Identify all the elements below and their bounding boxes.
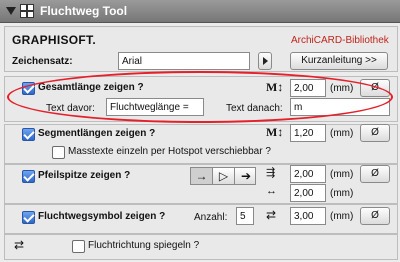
hotspot-label: Masstexte einzeln per Hotspot verschiebb…: [68, 146, 271, 157]
segment-lengths-diameter-button[interactable]: Ø: [360, 124, 390, 142]
text-before-input[interactable]: [106, 98, 204, 116]
escape-symbol-size-input[interactable]: [290, 207, 326, 225]
text-after-label: Text danach:: [226, 103, 283, 114]
collapse-triangle-icon[interactable]: [6, 7, 16, 15]
escape-symbol-unit: (mm): [330, 211, 354, 222]
mirror-panel: [4, 234, 398, 260]
font-dropdown-button[interactable]: [258, 52, 272, 70]
arrow-tip-unit-2: (mm): [330, 188, 354, 199]
segment-lengths-label: Segmentlängen zeigen ?: [38, 128, 156, 139]
arrow-tip-size-input-2[interactable]: [290, 184, 326, 202]
font-label: Zeichensatz:: [12, 56, 73, 67]
segment-lengths-unit: (mm): [330, 128, 354, 139]
hotspot-checkbox[interactable]: [52, 146, 65, 159]
arrow-style-filled[interactable]: ➔: [235, 168, 257, 184]
library-label: ArchiCARD-Bibliothek: [291, 35, 389, 46]
total-length-label: Gesamtlänge zeigen ?: [38, 82, 144, 93]
symbol-size-icon: ⇄: [266, 208, 277, 222]
grid-icon: [20, 4, 34, 18]
count-input[interactable]: [236, 207, 254, 225]
arrow-tip-unit-1: (mm): [330, 169, 354, 180]
text-before-label: Text davor:: [46, 103, 95, 114]
escape-symbol-label: Fluchtwegsymbol zeigen ?: [38, 211, 166, 222]
total-length-size-input[interactable]: [290, 79, 326, 97]
triangle-right-icon: [263, 57, 268, 65]
mirror-checkbox[interactable]: [72, 240, 85, 253]
total-length-checkbox[interactable]: [22, 82, 35, 95]
text-height-icon: M↕: [266, 125, 284, 139]
escape-symbol-diameter-button[interactable]: Ø: [360, 207, 390, 225]
escape-symbol-checkbox[interactable]: [22, 211, 35, 224]
arrow-tip-label: Pfeilspitze zeigen ?: [38, 170, 131, 181]
arrow-style-open[interactable]: →: [191, 168, 213, 184]
arrow-length-icon: ↔: [266, 185, 277, 197]
manual-button[interactable]: Kurzanleitung >>: [290, 52, 388, 70]
arrow-tip-diameter-button[interactable]: Ø: [360, 165, 390, 183]
title-bar[interactable]: Fluchtweg Tool: [0, 0, 400, 23]
window-title: Fluchtweg Tool: [40, 4, 128, 18]
arrow-width-icon: ⇶: [266, 167, 276, 179]
total-length-diameter-button[interactable]: Ø: [360, 79, 390, 97]
text-height-icon: M↕: [266, 80, 284, 94]
arrow-tip-checkbox[interactable]: [22, 170, 35, 183]
running-person-icon: ⇄: [14, 238, 25, 252]
count-label: Anzahl:: [194, 212, 228, 223]
arrow-style-hollow[interactable]: ▷: [213, 168, 235, 184]
text-after-input[interactable]: [290, 98, 390, 116]
arrow-style-selector[interactable]: → ▷ ➔: [190, 167, 256, 185]
total-length-unit: (mm): [330, 83, 354, 94]
graphisoft-logo: GRAPHISOFT.: [12, 33, 96, 47]
mirror-label: Fluchtrichtung spiegeln ?: [88, 240, 200, 251]
arrow-tip-size-input-1[interactable]: [290, 165, 326, 183]
segment-lengths-checkbox[interactable]: [22, 128, 35, 141]
font-input[interactable]: [118, 52, 250, 70]
segment-lengths-size-input[interactable]: [290, 124, 326, 142]
